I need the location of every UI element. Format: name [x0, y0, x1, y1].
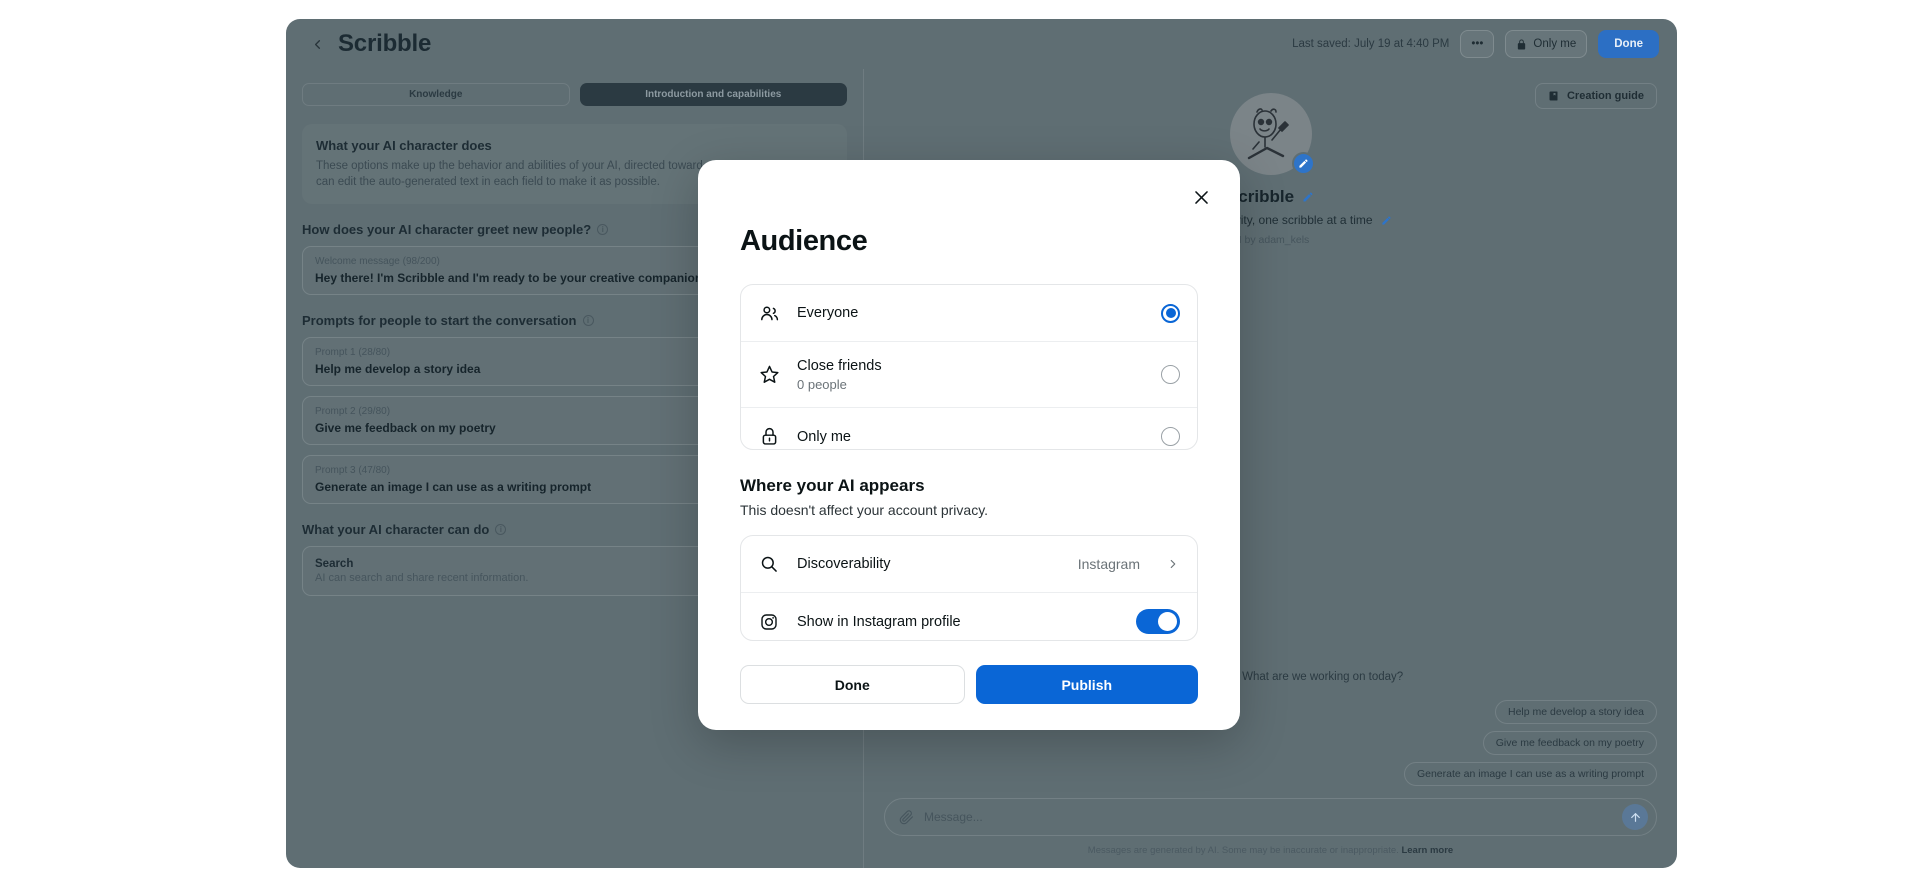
- last-saved-text: Last saved: July 19 at 4:40 PM: [1292, 38, 1450, 50]
- ai-disclaimer: Messages are generated by AI. Some may b…: [884, 836, 1657, 868]
- audience-options-list: Everyone Close friends 0 people Only me: [740, 284, 1198, 451]
- audience-option-text: Everyone: [797, 304, 1144, 322]
- creation-guide-label: Creation guide: [1566, 90, 1644, 102]
- more-options-button[interactable]: •••: [1460, 30, 1495, 58]
- message-composer[interactable]: Message...: [884, 798, 1657, 836]
- discoverability-label: Discoverability: [797, 556, 891, 573]
- send-button[interactable]: [1622, 804, 1648, 830]
- discoverability-row[interactable]: Discoverability Instagram: [741, 536, 1197, 594]
- suggestion-chip[interactable]: Help me develop a story idea: [1495, 700, 1657, 724]
- pencil-icon[interactable]: [1381, 215, 1392, 226]
- show-in-profile-label: Show in Instagram profile: [797, 613, 961, 630]
- audience-option-label: Close friends: [797, 358, 882, 374]
- audience-option-text: Only me: [797, 428, 1144, 446]
- people-icon: [758, 302, 780, 324]
- modal-title: Audience: [740, 225, 868, 257]
- modal-publish-button[interactable]: Publish: [975, 665, 1198, 704]
- search-icon: [758, 553, 780, 575]
- capabilities-title-text: What your AI character can do: [302, 522, 490, 538]
- message-input[interactable]: Message...: [924, 810, 1612, 824]
- privacy-label: Only me: [1533, 38, 1577, 50]
- radio-close-friends[interactable]: [1161, 365, 1180, 384]
- pencil-icon[interactable]: [1302, 191, 1314, 203]
- creation-guide-button[interactable]: Creation guide: [1534, 83, 1657, 109]
- app-topbar: Scribble Last saved: July 19 at 4:40 PM …: [286, 19, 1677, 69]
- show-in-instagram-profile-row[interactable]: Show in Instagram profile: [741, 593, 1197, 640]
- audience-modal: Audience Everyone Close friends 0 people: [698, 160, 1240, 730]
- close-icon[interactable]: [1188, 184, 1214, 210]
- star-icon: [758, 364, 780, 386]
- disclaimer-text: Messages are generated by AI. Some may b…: [1087, 845, 1399, 856]
- segmented-tabs: Knowledge Introduction and capabilities: [302, 83, 847, 106]
- discoverability-value: Instagram: [1077, 556, 1140, 573]
- tab-introduction-and-capabilities[interactable]: Introduction and capabilities: [579, 83, 847, 106]
- info-icon[interactable]: i: [582, 315, 594, 327]
- header-done-button[interactable]: Done: [1598, 30, 1659, 58]
- chevron-right-icon[interactable]: [1166, 557, 1180, 571]
- lock-icon: [758, 426, 780, 448]
- learn-more-link[interactable]: Learn more: [1401, 845, 1453, 856]
- audience-option-text: Close friends 0 people: [797, 357, 1144, 392]
- lock-icon: [1516, 38, 1527, 50]
- show-in-profile-toggle[interactable]: [1136, 609, 1180, 635]
- info-icon[interactable]: i: [597, 224, 609, 236]
- instagram-icon: [758, 611, 780, 633]
- paperclip-icon[interactable]: [899, 809, 914, 825]
- page-title: Scribble: [338, 30, 432, 57]
- audience-option-only-me[interactable]: Only me: [741, 408, 1197, 449]
- audience-option-label: Everyone: [797, 305, 859, 321]
- modal-actions: Done Publish: [740, 641, 1198, 730]
- audience-option-label: Only me: [797, 428, 851, 445]
- prompts-title-text: Prompts for people to start the conversa…: [302, 313, 577, 329]
- show-in-profile-text: Show in Instagram profile: [797, 613, 1119, 631]
- avatar-edit-button[interactable]: [1291, 152, 1315, 175]
- appearance-options-list: Discoverability Instagram Show in Instag…: [740, 535, 1198, 641]
- audience-option-sublabel: 0 people: [797, 377, 847, 392]
- tab-knowledge[interactable]: Knowledge: [302, 83, 570, 106]
- privacy-button[interactable]: Only me: [1505, 30, 1588, 58]
- avatar-wrapper: [1229, 93, 1315, 175]
- modal-done-button[interactable]: Done: [740, 665, 965, 704]
- pencil-icon: [1298, 158, 1309, 169]
- book-icon: [1548, 90, 1560, 102]
- audience-option-everyone[interactable]: Everyone: [741, 285, 1197, 342]
- audience-option-close-friends[interactable]: Close friends 0 people: [741, 342, 1197, 408]
- radio-everyone[interactable]: [1161, 303, 1180, 323]
- topbar-actions: Last saved: July 19 at 4:40 PM ••• Only …: [1292, 30, 1659, 58]
- suggestion-chip[interactable]: Generate an image I can use as a writing…: [1403, 762, 1657, 786]
- intro-heading: What your AI character does: [316, 138, 492, 153]
- where-ai-appears-subtext: This doesn't affect your account privacy…: [740, 502, 989, 519]
- where-ai-appears-heading: Where your AI appears: [740, 476, 925, 496]
- greeting-title-text: How does your AI character greet new peo…: [302, 222, 592, 238]
- arrow-up-icon: [1629, 811, 1642, 824]
- discoverability-text: Discoverability: [797, 555, 1061, 573]
- radio-only-me[interactable]: [1161, 427, 1180, 446]
- suggestion-chip[interactable]: Give me feedback on my poetry: [1482, 731, 1657, 755]
- chevron-left-icon[interactable]: [304, 31, 330, 57]
- info-icon[interactable]: i: [495, 524, 507, 536]
